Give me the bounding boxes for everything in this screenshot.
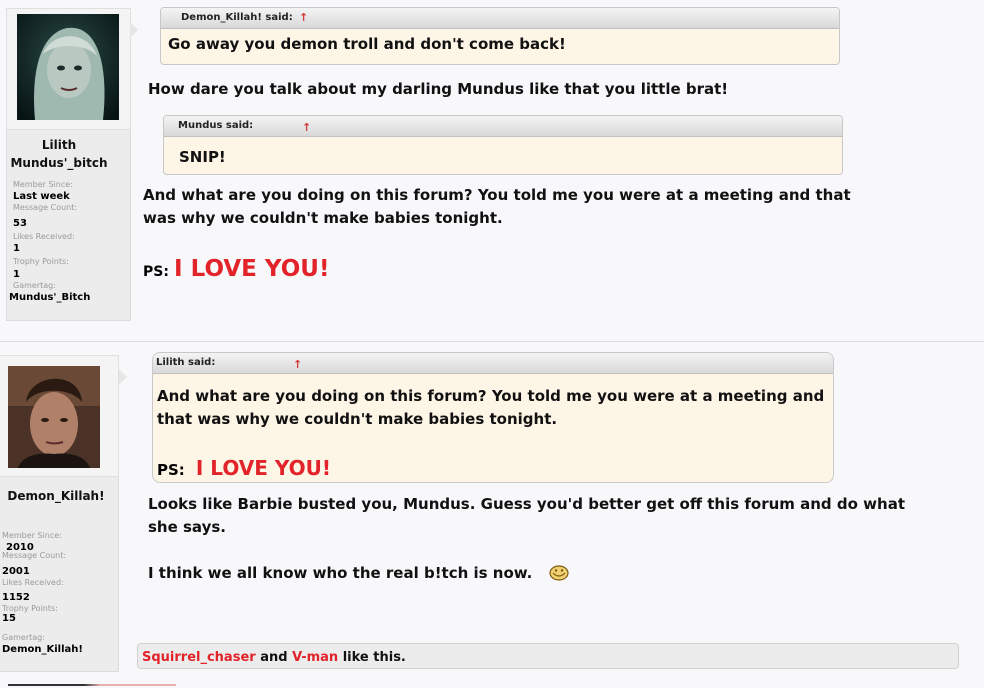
quote-text: SNIP! [179, 148, 226, 166]
post1-pointer-arrow [130, 22, 138, 38]
post2-username[interactable]: Demon_Killah! [0, 489, 112, 503]
post1-reply-2: And what are you doing on this forum? Yo… [143, 186, 851, 227]
message-count-value[interactable]: 2001 [2, 565, 114, 578]
likes-received-value: 1 [13, 243, 20, 254]
post1-user-title: Mundus'_bitch [10, 156, 108, 170]
member-since-label: Member Since: [2, 531, 62, 540]
trollface-smiley-icon [549, 565, 570, 585]
likes-received-label: Likes Received: [13, 232, 75, 241]
gamertag-label: Gamertag: [13, 281, 56, 290]
message-count-value[interactable]: 53 [13, 217, 123, 230]
liker-link[interactable]: Squirrel_chaser [142, 650, 256, 665]
likes-suffix: like this. [342, 650, 406, 665]
likes-conj: and [260, 650, 288, 665]
quote-author[interactable]: Mundus said: [178, 120, 253, 131]
post1-ps: PS: I LOVE YOU! [143, 256, 329, 282]
avatar[interactable] [8, 366, 100, 468]
ps-love-text: I LOVE YOU! [195, 456, 332, 480]
post2-reply-1: Looks like Barbie busted you, Mundus. Gu… [148, 495, 905, 536]
post1-user-extra: Member Since: Last week Message Count: 5… [9, 180, 123, 304]
likes-received-value: 1152 [2, 592, 30, 603]
trophy-points-value[interactable]: 1 [13, 268, 123, 281]
liker-link[interactable]: V-man [292, 650, 338, 665]
quote-block-lilith: Lilith said: ↑ And what are you doing on… [152, 352, 834, 483]
member-since-value: Last week [13, 191, 70, 202]
quote-block-mundus: Mundus said: ↑ SNIP! [163, 115, 843, 175]
trophy-points-label: Trophy Points: [13, 257, 69, 266]
likes-received-label: Likes Received: [2, 578, 64, 587]
go-to-quote-arrow-icon[interactable]: ↑ [293, 355, 302, 375]
member-since-label: Member Since: [13, 180, 73, 189]
post1-username[interactable]: Lilith [6, 138, 112, 152]
go-to-quote-arrow-icon[interactable]: ↑ [302, 118, 311, 138]
message-count-label: Message Count: [13, 203, 78, 212]
quote-text: Go away you demon troll and don't come b… [168, 35, 566, 53]
quote-author[interactable]: Demon_Killah! said: [181, 12, 293, 23]
demon-killah-avatar-image [8, 366, 100, 468]
post-divider [0, 341, 984, 342]
post2-pointer-arrow [119, 369, 127, 385]
gamertag-value: Demon_Killah! [2, 644, 83, 655]
quote-block-demon-killah: Demon_Killah! said: ↑ Go away you demon … [160, 7, 840, 65]
ps-label: PS: [157, 461, 185, 479]
quote-header: Lilith said: ↑ [153, 353, 833, 374]
post2-user-extra: Member Since: 2010 Message Count: 2001 L… [2, 531, 114, 656]
post2-reply-2-row: I think we all know who the real b!tch i… [148, 562, 570, 585]
ps-love-text: I LOVE YOU! [174, 256, 330, 282]
gamertag-value: Mundus'_Bitch [9, 292, 91, 303]
lilith-avatar-image [17, 14, 119, 120]
avatar[interactable] [17, 14, 119, 120]
quote-author[interactable]: Lilith said: [156, 357, 215, 368]
quote-header: Demon_Killah! said: ↑ [161, 8, 839, 29]
post1-reply-1: How dare you talk about my darling Mundu… [148, 80, 729, 98]
likes-summary: Squirrel_chaser and V-man like this. [137, 643, 959, 669]
post2-reply-2: I think we all know who the real b!tch i… [148, 564, 533, 582]
message-count-label: Message Count: [2, 551, 67, 560]
bottom-edge-line [8, 684, 176, 686]
quote-header: Mundus said: ↑ [164, 116, 842, 137]
gamertag-label: Gamertag: [2, 633, 45, 642]
quote-ps: PS: I LOVE YOU! [157, 456, 331, 480]
go-to-quote-arrow-icon[interactable]: ↑ [299, 8, 308, 28]
ps-label: PS: [143, 264, 169, 280]
quote-text: And what are you doing on this forum? Yo… [157, 387, 825, 428]
